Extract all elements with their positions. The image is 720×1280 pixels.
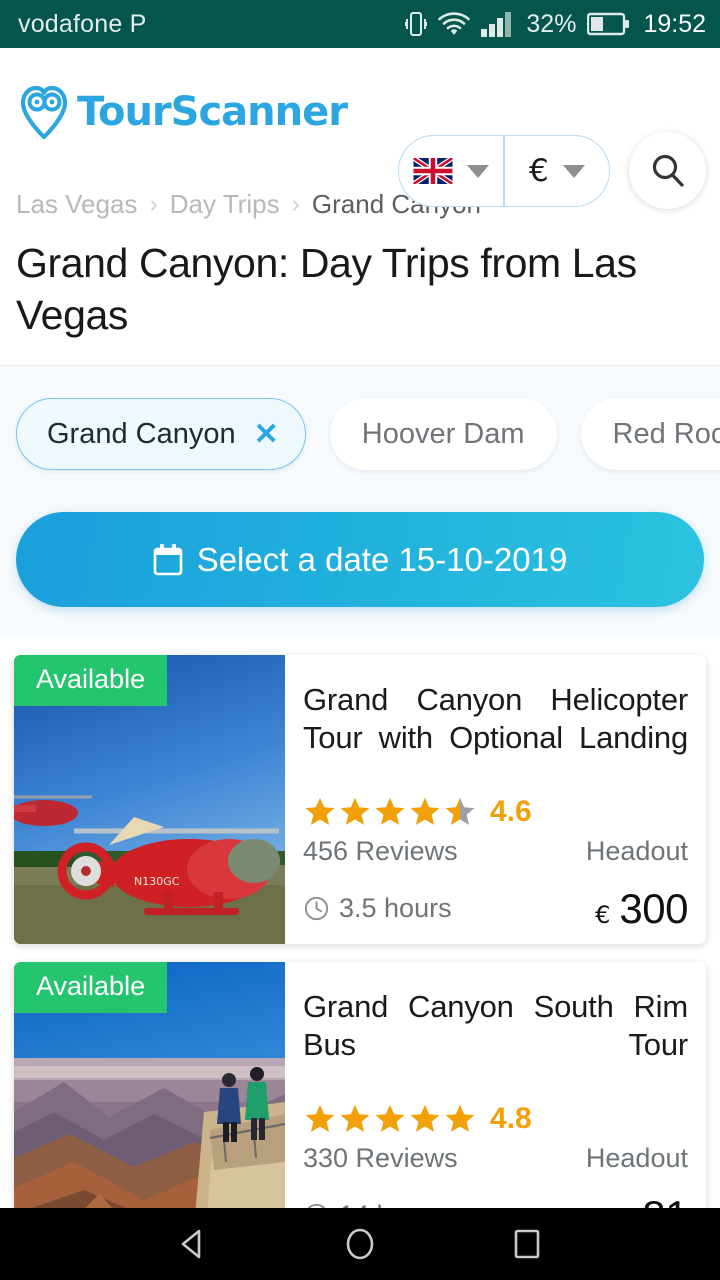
select-date-label: Select a date 15-10-2019 (196, 540, 568, 578)
home-circle-icon[interactable] (342, 1226, 378, 1262)
vibrate-icon (405, 12, 428, 36)
tourscanner-pin-heart-icon (20, 85, 68, 139)
rating-row: 4.8 (303, 1102, 688, 1136)
breadcrumb-item-0[interactable]: Las Vegas (16, 189, 137, 220)
page-title: Grand Canyon: Day Trips from Las Vegas (16, 240, 637, 338)
status-icons: 32% 19:52 (405, 10, 706, 39)
search-button[interactable] (629, 132, 706, 209)
logo[interactable]: TourScanner (18, 84, 348, 140)
svg-text:N130GC: N130GC (134, 875, 180, 888)
select-date-button[interactable]: Select a date 15-10-2019 (16, 512, 704, 608)
tour-title[interactable]: Grand Canyon Helicopter Tour with Option… (303, 681, 688, 794)
breadcrumb-separator-icon: › (291, 190, 300, 218)
price: € 300 (595, 885, 688, 933)
logo-text: TourScanner (77, 88, 348, 135)
review-count: 330 Reviews (303, 1142, 458, 1173)
recents-square-icon[interactable] (509, 1226, 545, 1262)
status-badge: Available (14, 962, 168, 1014)
tour-title[interactable]: Grand Canyon South Rim Bus Tour (303, 988, 688, 1101)
table-row[interactable]: N130GC Available Grand Canyon Helicopter… (14, 655, 706, 945)
signal-icon (481, 11, 512, 37)
price-amount: 300 (619, 884, 688, 932)
currency-selector[interactable]: € (505, 136, 609, 206)
supplier-name: Headout (585, 835, 688, 866)
status-badge: Available (14, 655, 168, 707)
status-clock: 19:52 (643, 9, 706, 38)
star-rating-icon (303, 1102, 477, 1135)
battery-percent: 32% (526, 9, 577, 38)
reviews-supplier-row: 330 Reviews Headout (303, 1143, 688, 1174)
star-rating-icon (303, 795, 477, 828)
breadcrumb-separator-icon: › (149, 190, 158, 218)
filter-chip-grand-canyon[interactable]: Grand Canyon ✕ (16, 398, 306, 471)
tour-details: Grand Canyon Helicopter Tour with Option… (285, 655, 706, 944)
rating-score: 4.6 (490, 794, 532, 828)
language-selector[interactable] (399, 136, 503, 206)
back-triangle-icon[interactable] (175, 1226, 211, 1262)
android-nav-bar (0, 1208, 720, 1280)
site-header: TourScanner € (0, 48, 720, 209)
duration: 3.5 hours (303, 893, 452, 924)
currency-symbol: € (529, 153, 549, 189)
locale-currency-selector: € (398, 135, 610, 207)
supplier-name: Headout (585, 1142, 688, 1173)
clock-icon (304, 897, 329, 921)
breadcrumb-item-1[interactable]: Day Trips (170, 189, 280, 220)
app-screen: vodafone P 32% 19:52 TourScanner € Las V… (0, 0, 720, 1280)
carrier-label: vodafone P (18, 9, 147, 38)
duration-price-row: 3.5 hours € 300 (303, 885, 688, 933)
language-chevron-down-icon (467, 164, 490, 178)
battery-icon (587, 12, 630, 36)
rating-row: 4.6 (303, 795, 688, 829)
calendar-icon (153, 543, 182, 576)
currency-chevron-down-icon (562, 164, 585, 178)
uk-flag-icon (413, 158, 454, 184)
android-status-bar: vodafone P 32% 19:52 (0, 0, 720, 48)
wifi-icon (438, 11, 471, 35)
duration-label: 3.5 hours (339, 893, 452, 924)
price-currency: € (595, 900, 611, 929)
filter-chip-label: Grand Canyon (47, 417, 236, 450)
results-list: N130GC Available Grand Canyon Helicopter… (0, 655, 720, 1252)
filter-panel: Grand Canyon ✕ Hoover Dam Red Rock Can S… (0, 365, 720, 638)
filter-chip-label: Red Rock Can (612, 417, 720, 450)
rating-score: 4.8 (490, 1101, 532, 1135)
filter-chip-label: Hoover Dam (361, 417, 525, 450)
tour-image-helicopter[interactable]: N130GC Available (14, 655, 285, 945)
search-icon (652, 154, 684, 187)
reviews-supplier-row: 456 Reviews Headout (303, 836, 688, 867)
filter-chip-row[interactable]: Grand Canyon ✕ Hoover Dam Red Rock Can (0, 398, 720, 471)
review-count: 456 Reviews (303, 835, 458, 866)
close-icon[interactable]: ✕ (254, 417, 279, 452)
breadcrumb: Las Vegas › Day Trips › Grand Canyon (0, 175, 720, 220)
filter-chip-hoover-dam[interactable]: Hoover Dam (329, 398, 557, 471)
filter-chip-red-rock-canyon[interactable]: Red Rock Can (580, 398, 720, 471)
